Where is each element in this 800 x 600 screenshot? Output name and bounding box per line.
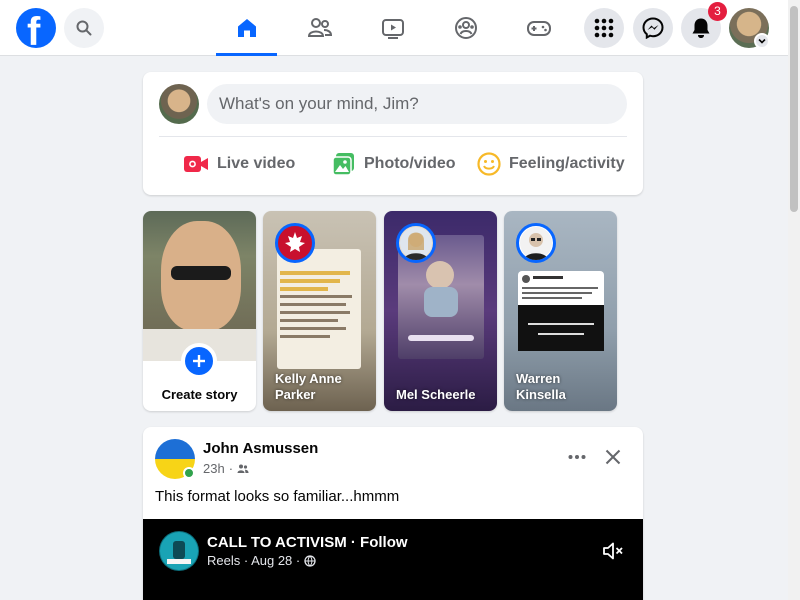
search-button[interactable] xyxy=(64,8,104,48)
tab-home[interactable] xyxy=(216,0,277,56)
live-video-icon xyxy=(184,156,208,172)
live-video-label: Live video xyxy=(217,155,296,172)
story-avatar xyxy=(275,223,315,263)
post-composer: Live video Photo/video Feeling/activity xyxy=(143,72,643,195)
composer-input[interactable] xyxy=(207,84,627,124)
tab-video[interactable] xyxy=(362,0,423,56)
feeling-activity-button[interactable]: Feeling/activity xyxy=(477,148,625,180)
story-preview xyxy=(277,249,361,369)
user-avatar[interactable] xyxy=(159,84,199,124)
more-horizontal-icon xyxy=(568,455,586,459)
hide-post-button[interactable] xyxy=(597,441,629,473)
messenger-button[interactable] xyxy=(633,8,673,48)
post-author-name[interactable]: John Asmussen xyxy=(203,440,318,457)
reel-meta-text: Reels · Aug 28 · xyxy=(207,553,301,568)
reel-page-avatar[interactable] xyxy=(159,531,199,571)
friends-audience-icon xyxy=(237,464,249,473)
story-author-name: Mel Scheerle xyxy=(396,387,476,402)
feeling-icon xyxy=(477,152,501,176)
home-icon xyxy=(237,19,256,37)
create-story-photo xyxy=(143,211,256,361)
live-video-button[interactable]: Live video xyxy=(183,148,295,180)
story-preview xyxy=(518,271,604,351)
tab-friends[interactable] xyxy=(289,0,350,56)
story-avatar xyxy=(396,223,436,263)
globe-icon xyxy=(304,554,316,567)
post-text: This format looks so familiar...hmmm xyxy=(155,488,400,505)
story-author-name: Warren Kinsella xyxy=(516,371,566,402)
post-options-button[interactable] xyxy=(561,441,593,473)
post-meta: 23h · xyxy=(203,461,249,476)
groups-icon xyxy=(454,17,477,39)
meta-separator: · xyxy=(228,461,234,476)
reel-title[interactable]: CALL TO ACTIVISM · Follow xyxy=(207,534,408,551)
photo-video-button[interactable]: Photo/video xyxy=(332,148,456,180)
composer-divider xyxy=(159,136,627,137)
story-card-kelly-anne-parker[interactable]: Kelly Anne Parker xyxy=(263,211,376,411)
story-card-mel-scheerle[interactable]: Mel Scheerle xyxy=(384,211,497,411)
plus-icon xyxy=(193,355,205,367)
app-grid-icon xyxy=(594,18,614,38)
notifications-button[interactable]: 3 xyxy=(681,2,727,48)
gaming-icon xyxy=(526,21,551,36)
reel-meta: Reels · Aug 28 · xyxy=(207,553,316,568)
tab-gaming[interactable] xyxy=(508,0,569,56)
menu-button[interactable] xyxy=(584,8,624,48)
page-scrollbar[interactable] xyxy=(788,0,800,600)
feeling-activity-label: Feeling/activity xyxy=(509,155,625,172)
story-author-name: Kelly Anne Parker xyxy=(275,371,342,402)
close-icon xyxy=(605,449,621,465)
photo-video-label: Photo/video xyxy=(364,155,456,172)
search-icon xyxy=(76,20,92,36)
photo-icon xyxy=(332,153,354,176)
chevron-down-icon xyxy=(758,38,766,44)
video-icon xyxy=(381,19,404,39)
facebook-logo[interactable]: f xyxy=(16,8,56,48)
notification-badge: 3 xyxy=(708,2,727,21)
account-menu-chevron[interactable] xyxy=(754,33,770,49)
friends-icon xyxy=(307,18,332,37)
tab-groups[interactable] xyxy=(435,0,496,56)
scrollbar-thumb[interactable] xyxy=(790,6,798,212)
create-story-card[interactable]: Create story xyxy=(143,211,256,411)
muted-speaker-icon[interactable] xyxy=(601,539,625,563)
story-card-warren-kinsella[interactable]: Warren Kinsella xyxy=(504,211,617,411)
post-timestamp[interactable]: 23h xyxy=(203,461,225,476)
messenger-icon xyxy=(642,17,664,39)
add-story-button[interactable] xyxy=(181,343,217,379)
bell-icon xyxy=(692,18,710,38)
create-story-label: Create story xyxy=(161,387,238,402)
facebook-logo-letter: f xyxy=(27,10,41,48)
online-status-dot xyxy=(183,467,195,479)
feed-post: John Asmussen 23h · This format looks so… xyxy=(143,427,643,600)
story-avatar xyxy=(516,223,556,263)
top-navigation-bar: f 3 xyxy=(0,0,788,56)
shared-reel[interactable]: CALL TO ACTIVISM · Follow Reels · Aug 28… xyxy=(143,519,643,600)
